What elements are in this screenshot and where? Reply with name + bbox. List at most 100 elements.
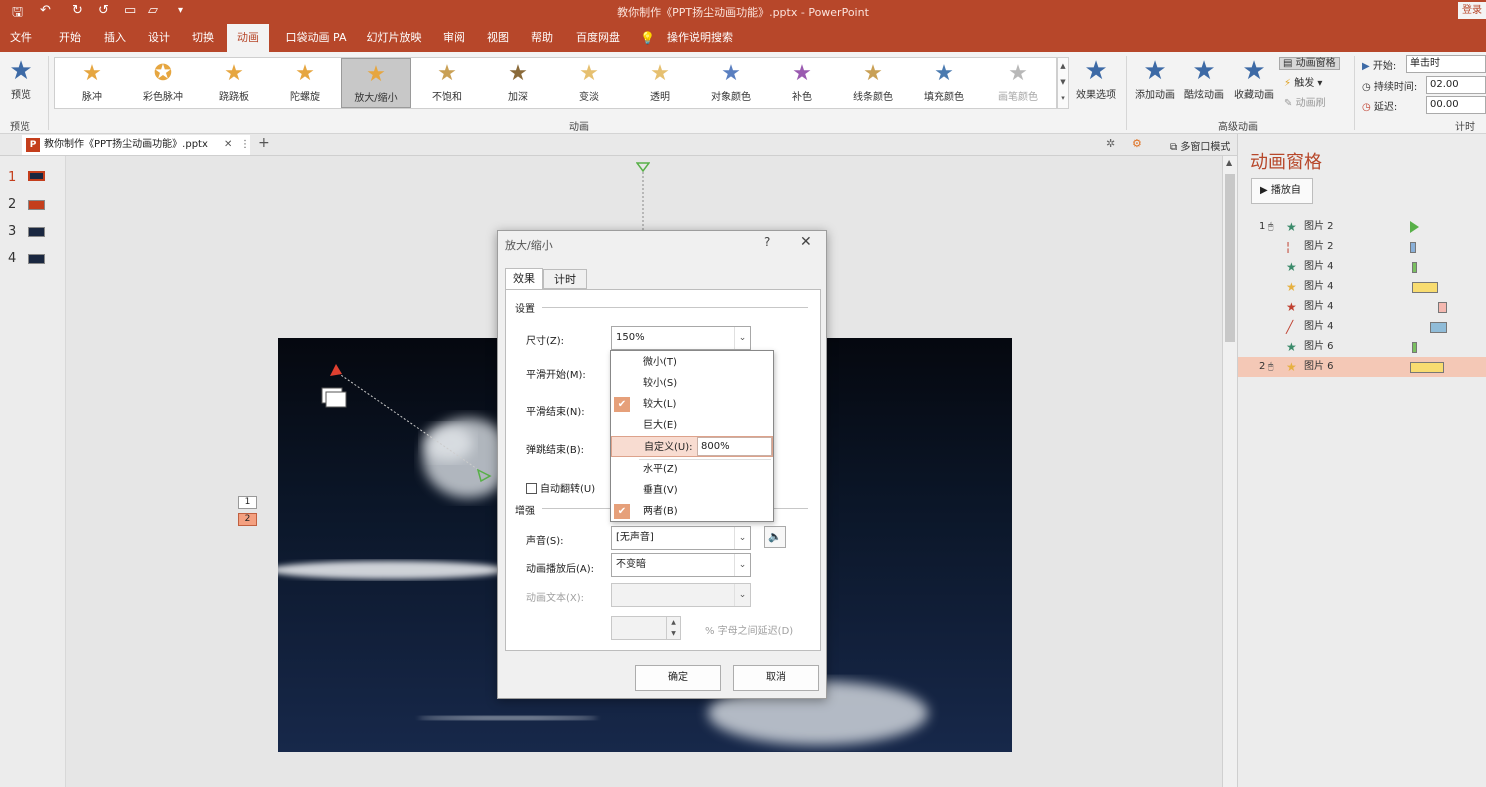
scroll-up-icon[interactable]: ▲ bbox=[1226, 158, 1232, 167]
start-select[interactable]: 单击时 bbox=[1406, 55, 1486, 73]
tell-me-search[interactable]: 操作说明搜索 bbox=[660, 24, 740, 52]
anim-tag[interactable]: 2 bbox=[238, 513, 257, 526]
gallery-item-lighten[interactable]: ★ 变淡 bbox=[554, 58, 624, 108]
gallery-scroll[interactable]: ▲ ▼ ▾ bbox=[1057, 57, 1069, 109]
settings-gear-icon[interactable]: ⚙ bbox=[1132, 137, 1142, 150]
animation-pane-button[interactable]: ▤ 动画窗格 bbox=[1279, 55, 1340, 73]
size-option-larger[interactable]: ✔ 较大(L) bbox=[611, 394, 773, 415]
cancel-button[interactable]: 取消 bbox=[733, 665, 819, 691]
animation-list-item[interactable]: ╱ 图片 4 bbox=[1238, 317, 1486, 337]
effect-options-button[interactable]: ★ 效果选项 bbox=[1072, 56, 1120, 101]
tab-view[interactable]: 视图 bbox=[478, 24, 518, 52]
multi-window-button[interactable]: ⧉ 多窗口模式 bbox=[1170, 138, 1230, 153]
ok-button[interactable]: 确定 bbox=[635, 665, 721, 691]
size-option-both[interactable]: ✔ 两者(B) bbox=[611, 501, 773, 522]
animation-list-item[interactable]: 1 🖱 ★ 图片 2 bbox=[1238, 217, 1486, 237]
animation-list-item[interactable]: ★ 图片 4 bbox=[1238, 297, 1486, 317]
size-option-tiny[interactable]: 微小(T) bbox=[611, 352, 773, 373]
add-tab-icon[interactable]: + bbox=[258, 135, 270, 151]
size-option-vertical[interactable]: 垂直(V) bbox=[611, 480, 773, 501]
gallery-item-transparency[interactable]: ★ 透明 bbox=[625, 58, 695, 108]
slide-thumbnail-4[interactable] bbox=[28, 254, 45, 264]
size-option-huge[interactable]: 巨大(E) bbox=[611, 415, 773, 436]
after-animation-combobox[interactable]: 不变暗 ⌄ bbox=[611, 553, 751, 577]
duration-input[interactable]: 02.00 bbox=[1426, 76, 1486, 94]
login-button[interactable]: 登录 bbox=[1458, 2, 1486, 19]
gallery-item-darken[interactable]: ★ 加深 bbox=[483, 58, 553, 108]
tab-transitions[interactable]: 切换 bbox=[183, 24, 223, 52]
timeline-bar[interactable] bbox=[1412, 262, 1417, 273]
animation-list-item[interactable]: ★ 图片 6 bbox=[1238, 337, 1486, 357]
gallery-item-complementary-color[interactable]: ★ 补色 bbox=[767, 58, 837, 108]
tab-animations[interactable]: 动画 bbox=[227, 24, 269, 52]
play-from-button[interactable]: ▶ 播放自 bbox=[1251, 178, 1313, 204]
timeline-bar[interactable] bbox=[1410, 242, 1416, 253]
tab-review[interactable]: 审阅 bbox=[434, 24, 474, 52]
timeline-marker[interactable] bbox=[1410, 221, 1419, 233]
gallery-item-fill-color[interactable]: ★ 填充颜色 bbox=[909, 58, 979, 108]
add-animation-button[interactable]: ★ 添加动画 bbox=[1132, 56, 1178, 101]
slide-thumbnail-1[interactable] bbox=[28, 171, 45, 181]
timeline-bar[interactable] bbox=[1430, 322, 1447, 333]
slide-thumbnail-2[interactable] bbox=[28, 200, 45, 210]
speaker-icon[interactable]: 🔈 bbox=[764, 526, 786, 548]
close-tab-icon[interactable]: ✕ bbox=[224, 135, 232, 155]
animation-painter-button[interactable]: ✎ 动画刷 bbox=[1284, 95, 1326, 113]
tab-design[interactable]: 设计 bbox=[140, 24, 178, 52]
tab-timing[interactable]: 计时 bbox=[543, 269, 587, 289]
gallery-item-brush-color[interactable]: ★ 画笔颜色 bbox=[983, 58, 1053, 108]
timeline-bar[interactable] bbox=[1412, 342, 1417, 353]
anim-tag[interactable]: 1 bbox=[238, 496, 257, 509]
lightbulb-icon: 💡 bbox=[640, 31, 655, 45]
gallery-item-line-color[interactable]: ★ 线条颜色 bbox=[838, 58, 908, 108]
tab-baidu-disk[interactable]: 百度网盘 bbox=[568, 24, 628, 52]
animation-list-item[interactable]: ¦ 图片 2 bbox=[1238, 237, 1486, 257]
tab-file[interactable]: 文件 bbox=[0, 24, 42, 52]
collect-animation-button[interactable]: ★ 收藏动画 bbox=[1231, 56, 1277, 101]
magic-icon[interactable]: ✲ bbox=[1106, 137, 1115, 150]
chevron-down-icon[interactable]: ⌄ bbox=[734, 527, 750, 549]
spinner-arrows-icon[interactable]: ▲ ▼ bbox=[666, 617, 680, 639]
timeline-bar[interactable] bbox=[1410, 362, 1444, 373]
letter-delay-spinner[interactable]: ▲ ▼ bbox=[611, 616, 681, 640]
tab-insert[interactable]: 插入 bbox=[95, 24, 135, 52]
animate-text-combobox[interactable]: ⌄ bbox=[611, 583, 751, 607]
tab-effect[interactable]: 效果 bbox=[505, 268, 543, 290]
document-tab[interactable]: P 教你制作《PPT扬尘动画功能》.pptx ✕ ⋮ bbox=[22, 135, 250, 155]
gallery-item-spin[interactable]: ★ 陀螺旋 bbox=[270, 58, 340, 108]
close-dialog-button[interactable]: ✕ bbox=[800, 234, 812, 250]
cool-animation-button[interactable]: ★ 酷炫动画 bbox=[1181, 56, 1227, 101]
gallery-item-pulse[interactable]: ★ 脉冲 bbox=[57, 58, 127, 108]
animation-list-item[interactable]: 2 🖱 ★ 图片 6 bbox=[1238, 357, 1486, 377]
size-option-horizontal[interactable]: 水平(Z) bbox=[611, 459, 773, 480]
chevron-down-icon[interactable]: ⌄ bbox=[734, 554, 750, 576]
auto-reverse-checkbox[interactable]: 自动翻转(U) bbox=[526, 480, 595, 495]
tab-pocket-animation[interactable]: 口袋动画 PA bbox=[278, 24, 354, 52]
slide-thumbnail-3[interactable] bbox=[28, 227, 45, 237]
tab-home[interactable]: 开始 bbox=[50, 24, 90, 52]
sound-combobox[interactable]: [无声音] ⌄ bbox=[611, 526, 751, 550]
gallery-item-object-color[interactable]: ★ 对象颜色 bbox=[696, 58, 766, 108]
timeline-bar[interactable] bbox=[1412, 282, 1438, 293]
trigger-button[interactable]: ⚡ 触发 ▾ bbox=[1284, 75, 1322, 93]
more-icon[interactable]: ⋮ bbox=[240, 135, 250, 155]
gallery-item-color-pulse[interactable]: ✪ 彩色脉冲 bbox=[128, 58, 198, 108]
help-button[interactable]: ? bbox=[764, 235, 770, 249]
animation-list-item[interactable]: ★ 图片 4 bbox=[1238, 277, 1486, 297]
delay-input[interactable]: 00.00 bbox=[1426, 96, 1486, 114]
editor-vertical-scrollbar[interactable]: ▲ bbox=[1222, 156, 1237, 787]
tab-slideshow[interactable]: 幻灯片放映 bbox=[360, 24, 428, 52]
size-combobox[interactable]: 150% ⌄ bbox=[611, 326, 751, 350]
custom-size-input[interactable]: 800% bbox=[697, 437, 772, 456]
timeline-bar[interactable] bbox=[1438, 302, 1447, 313]
gallery-item-teeter[interactable]: ★ 跷跷板 bbox=[199, 58, 269, 108]
gallery-item-desaturate[interactable]: ★ 不饱和 bbox=[412, 58, 482, 108]
animation-list-item[interactable]: ★ 图片 4 bbox=[1238, 257, 1486, 277]
size-option-custom[interactable]: 自定义(U): 800% bbox=[611, 436, 773, 457]
chevron-down-icon[interactable]: ⌄ bbox=[734, 327, 750, 349]
size-option-smaller[interactable]: 较小(S) bbox=[611, 373, 773, 394]
tab-help[interactable]: 帮助 bbox=[522, 24, 562, 52]
preview-button[interactable]: ★ 预览 bbox=[4, 56, 38, 101]
gallery-item-grow-shrink[interactable]: ★ 放大/缩小 bbox=[341, 58, 411, 108]
scroll-thumb[interactable] bbox=[1225, 174, 1235, 342]
